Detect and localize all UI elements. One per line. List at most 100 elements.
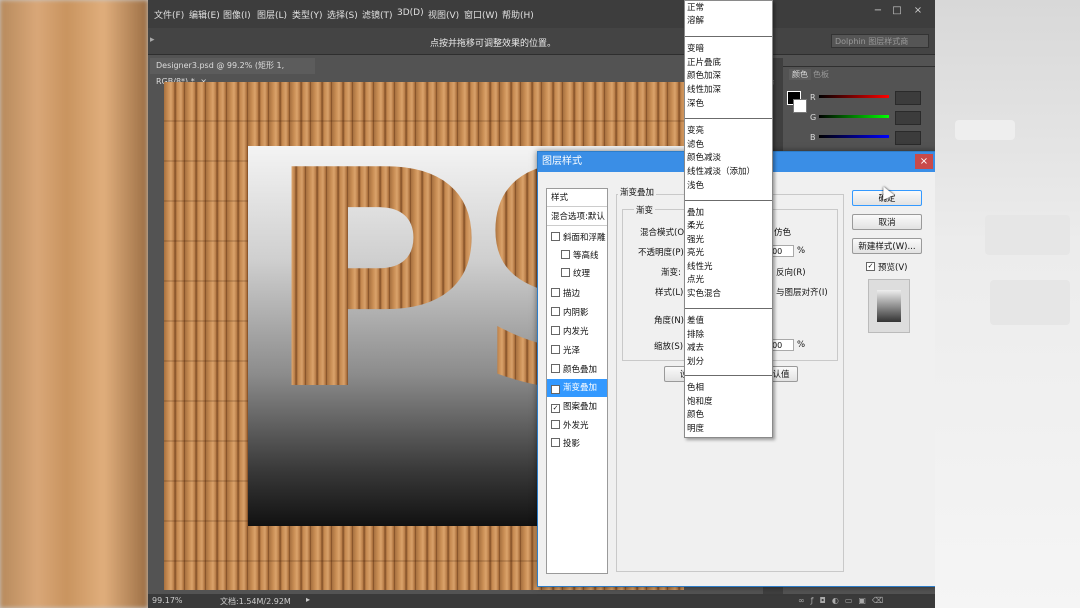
menu-image[interactable]: 图像(I) (223, 8, 251, 21)
minimize-button[interactable]: − (870, 4, 886, 17)
tab-color[interactable]: 颜色 (789, 69, 811, 80)
blend-option-saturation[interactable]: 饱和度 (687, 396, 713, 408)
new-layer-icon[interactable]: ▣ (858, 596, 872, 605)
fx-icon[interactable]: ƒ (811, 596, 820, 605)
satin-label: 光泽 (563, 346, 581, 356)
blend-option-divide[interactable]: 划分 (687, 356, 704, 368)
document-tab[interactable]: Designer3.psd @ 99.2% (矩形 1, RGB/8*) * × (150, 58, 315, 86)
texture-checkbox[interactable] (561, 268, 570, 277)
pattern-overlay-checkbox[interactable]: ✓ (551, 404, 560, 413)
channel-r-slider[interactable] (819, 95, 889, 98)
blending-options-item[interactable]: 混合选项:默认 (547, 208, 607, 226)
style-label: 样式(L): (655, 288, 687, 298)
workspace-style-dropdown[interactable]: Dolphin 图层样式商 (831, 34, 929, 48)
drop-shadow-checkbox[interactable] (551, 438, 560, 447)
blend-option-color[interactable]: 颜色 (687, 409, 704, 421)
blend-option-darker-color[interactable]: 深色 (687, 98, 704, 110)
blend-option-normal[interactable]: 正常 (687, 2, 704, 14)
menu-help[interactable]: 帮助(H) (502, 8, 534, 21)
menu-edit[interactable]: 编辑(E) (189, 8, 220, 21)
blend-option-overlay[interactable]: 叠加 (687, 207, 704, 219)
blend-option-hard-mix[interactable]: 实色混合 (687, 288, 721, 300)
menu-select[interactable]: 选择(S) (327, 8, 358, 21)
channel-r-value[interactable] (895, 91, 921, 105)
style-item-contour[interactable]: 等高线 (547, 247, 607, 265)
blend-option-linear-dodge[interactable]: 线性减淡（添加） (687, 166, 755, 178)
blend-option-exclusion[interactable]: 排除 (687, 329, 704, 341)
blend-option-lighten[interactable]: 变亮 (687, 125, 704, 137)
style-item-bevel-emboss[interactable]: 斜面和浮雕 (547, 229, 607, 247)
style-item-inner-shadow[interactable]: 内阴影 (547, 304, 607, 322)
blend-option-soft-light[interactable]: 柔光 (687, 220, 704, 232)
blend-option-screen[interactable]: 滤色 (687, 139, 704, 151)
menu-type[interactable]: 类型(Y) (292, 8, 323, 21)
outer-glow-checkbox[interactable] (551, 420, 560, 429)
stroke-checkbox[interactable] (551, 288, 560, 297)
color-overlay-label: 颜色叠加 (563, 365, 598, 375)
style-item-satin[interactable]: 光泽 (547, 342, 607, 360)
style-item-drop-shadow[interactable]: 投影 (547, 435, 607, 453)
channel-g-value[interactable] (895, 111, 921, 125)
cancel-button[interactable]: 取消 (852, 214, 922, 230)
channel-r-label: R (810, 93, 816, 102)
gradient-overlay-checkbox[interactable]: ✓ (551, 385, 560, 394)
blend-option-hard-light[interactable]: 强光 (687, 234, 704, 246)
preview-checkbox[interactable]: ✓ (866, 262, 875, 271)
satin-checkbox[interactable] (551, 345, 560, 354)
background-color-swatch[interactable] (793, 99, 807, 113)
blend-option-vivid-light[interactable]: 亮光 (687, 247, 704, 259)
channel-b-value[interactable] (895, 131, 921, 145)
channel-b-slider[interactable] (819, 135, 889, 138)
group-icon[interactable]: ▭ (845, 596, 859, 605)
blend-option-lighter-color[interactable]: 浅色 (687, 180, 704, 192)
contour-checkbox[interactable] (561, 250, 570, 259)
menu-filter[interactable]: 滤镜(T) (362, 8, 393, 21)
blend-option-difference[interactable]: 差值 (687, 315, 704, 327)
contour-label: 等高线 (573, 251, 599, 261)
style-header[interactable]: 样式 (547, 189, 607, 207)
menu-file[interactable]: 文件(F) (154, 8, 184, 21)
style-item-gradient-overlay[interactable]: ✓ 渐变叠加 (547, 379, 607, 397)
blend-option-darken[interactable]: 变暗 (687, 43, 704, 55)
style-item-color-overlay[interactable]: 颜色叠加 (547, 361, 607, 379)
blend-option-color-dodge[interactable]: 颜色减淡 (687, 152, 721, 164)
channel-g-slider[interactable] (819, 115, 889, 118)
style-item-outer-glow[interactable]: 外发光 (547, 417, 607, 435)
style-item-pattern-overlay[interactable]: ✓ 图案叠加 (547, 398, 607, 416)
delete-layer-icon[interactable]: ⌫ (872, 596, 889, 605)
inner-glow-label: 内发光 (563, 327, 589, 337)
zoom-level[interactable]: 99.17% (152, 596, 183, 605)
close-window-button[interactable]: × (910, 4, 926, 17)
blend-mode-label: 混合模式(O): (640, 228, 691, 238)
link-layers-icon[interactable]: ∞ (798, 596, 811, 605)
dither-label: 仿色 (774, 228, 792, 238)
adjustment-icon[interactable]: ◐ (832, 596, 845, 605)
blend-option-subtract[interactable]: 减去 (687, 342, 704, 354)
bevel-emboss-checkbox[interactable] (551, 232, 560, 241)
menu-view[interactable]: 视图(V) (428, 8, 459, 21)
status-menu-arrow-icon[interactable]: ▸ (306, 595, 310, 604)
tab-swatches[interactable]: 色板 (813, 69, 829, 80)
dialog-close-button[interactable]: × (915, 154, 933, 169)
blend-option-dissolve[interactable]: 溶解 (687, 15, 704, 27)
menu-layer[interactable]: 图层(L) (257, 8, 287, 21)
blend-option-color-burn[interactable]: 颜色加深 (687, 70, 721, 82)
inner-glow-checkbox[interactable] (551, 326, 560, 335)
style-item-inner-glow[interactable]: 内发光 (547, 323, 607, 341)
mask-icon[interactable]: ◘ (820, 596, 832, 605)
blend-option-multiply[interactable]: 正片叠底 (687, 57, 721, 69)
blend-option-pin-light[interactable]: 点光 (687, 274, 704, 286)
blend-option-hue[interactable]: 色相 (687, 382, 704, 394)
inner-shadow-checkbox[interactable] (551, 307, 560, 316)
blend-option-linear-burn[interactable]: 线性加深 (687, 84, 721, 96)
style-item-stroke[interactable]: 描边 (547, 285, 607, 303)
menu-3d[interactable]: 3D(D) (397, 8, 424, 18)
style-item-texture[interactable]: 纹理 (547, 265, 607, 283)
blend-option-luminosity[interactable]: 明度 (687, 423, 704, 435)
tool-arrow-icon[interactable]: ▸ (150, 35, 155, 45)
color-overlay-checkbox[interactable] (551, 364, 560, 373)
blend-option-linear-light[interactable]: 线性光 (687, 261, 713, 273)
maximize-button[interactable]: □ (889, 4, 905, 17)
menu-window[interactable]: 窗口(W) (464, 8, 498, 21)
new-style-button[interactable]: 新建样式(W)... (852, 238, 922, 254)
